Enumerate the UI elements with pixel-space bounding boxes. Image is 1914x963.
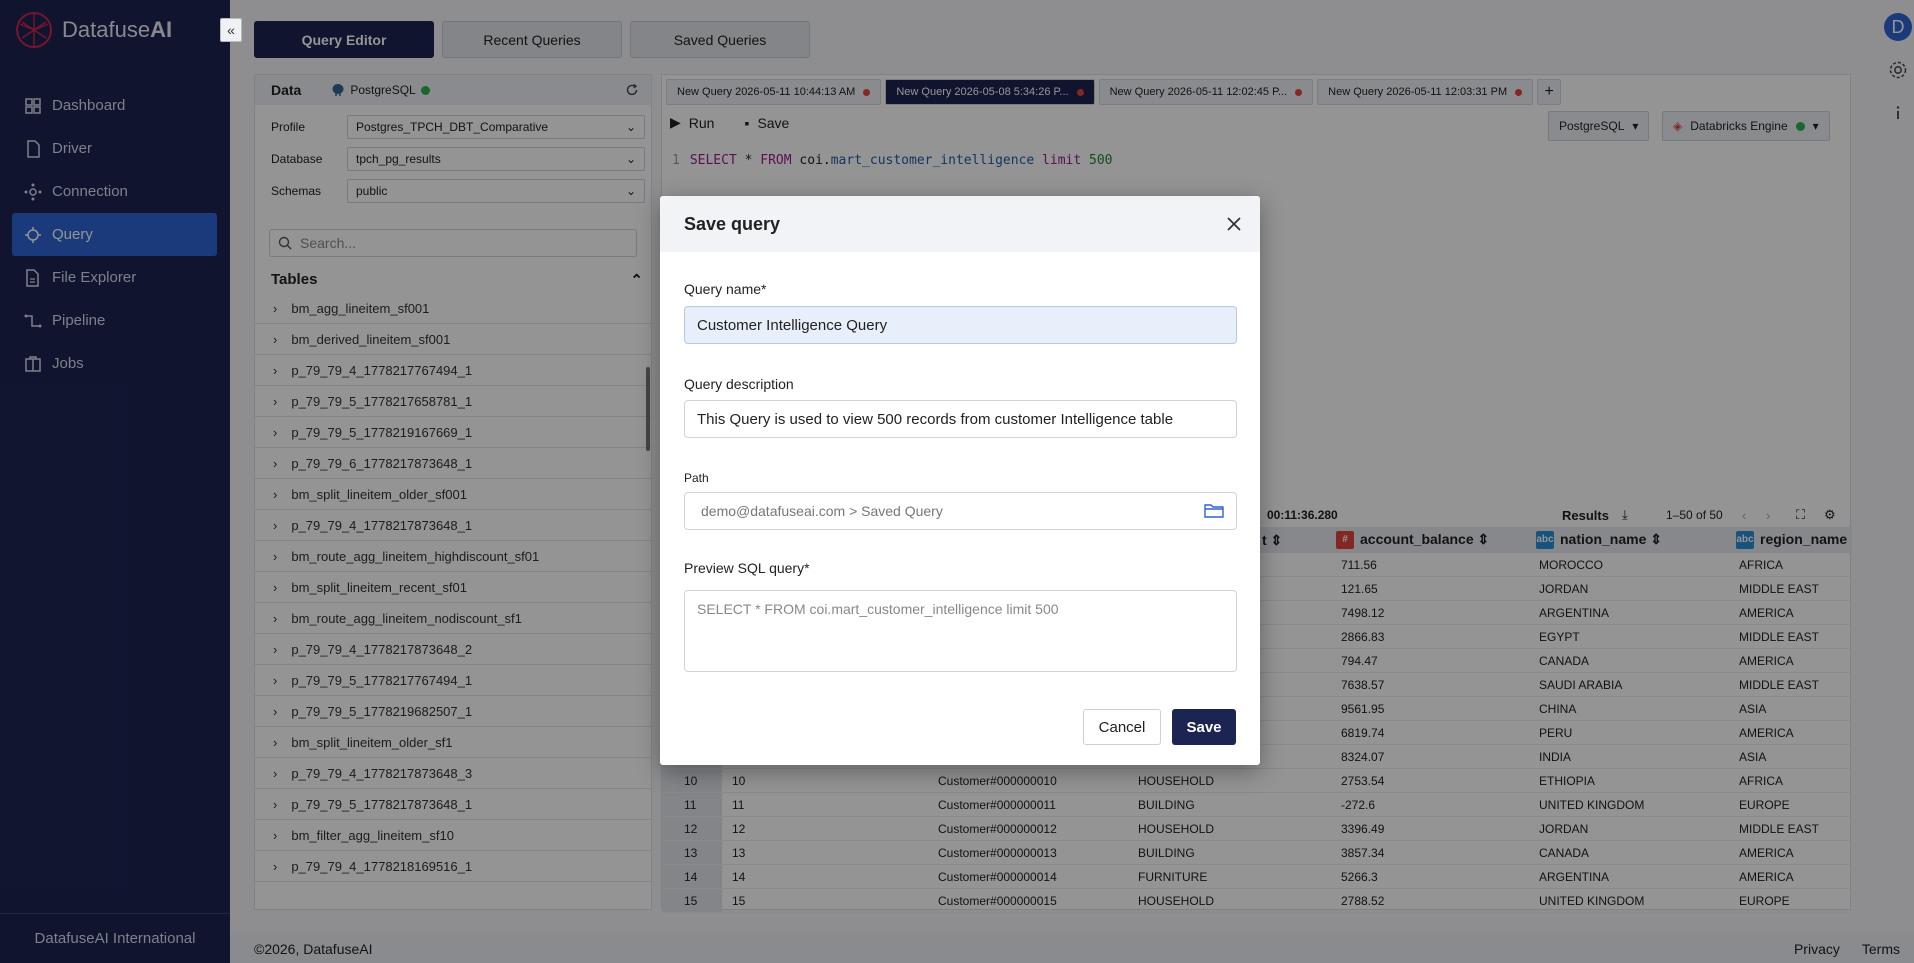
- cancel-button[interactable]: Cancel: [1083, 709, 1161, 745]
- query-description-input[interactable]: This Query is used to view 500 records f…: [684, 400, 1237, 438]
- save-query-button[interactable]: Save: [1172, 709, 1236, 745]
- preview-sql-textarea[interactable]: SELECT * FROM coi.mart_customer_intellig…: [684, 590, 1237, 672]
- query-description-label: Query description: [684, 376, 794, 392]
- dialog-header: Save query: [660, 196, 1260, 252]
- path-label: Path: [684, 471, 709, 485]
- close-icon[interactable]: [1222, 212, 1246, 236]
- save-query-dialog: Save query Query name* Customer Intellig…: [660, 196, 1260, 765]
- dialog-title: Save query: [684, 213, 781, 234]
- preview-sql-label: Preview SQL query*: [684, 560, 810, 576]
- query-name-input[interactable]: Customer Intelligence Query: [684, 306, 1237, 344]
- folder-icon[interactable]: [1204, 503, 1224, 519]
- path-input[interactable]: demo@datafuseai.com > Saved Query: [684, 492, 1237, 530]
- collapse-sidebar-button[interactable]: «: [220, 18, 242, 42]
- query-name-label: Query name*: [684, 281, 767, 297]
